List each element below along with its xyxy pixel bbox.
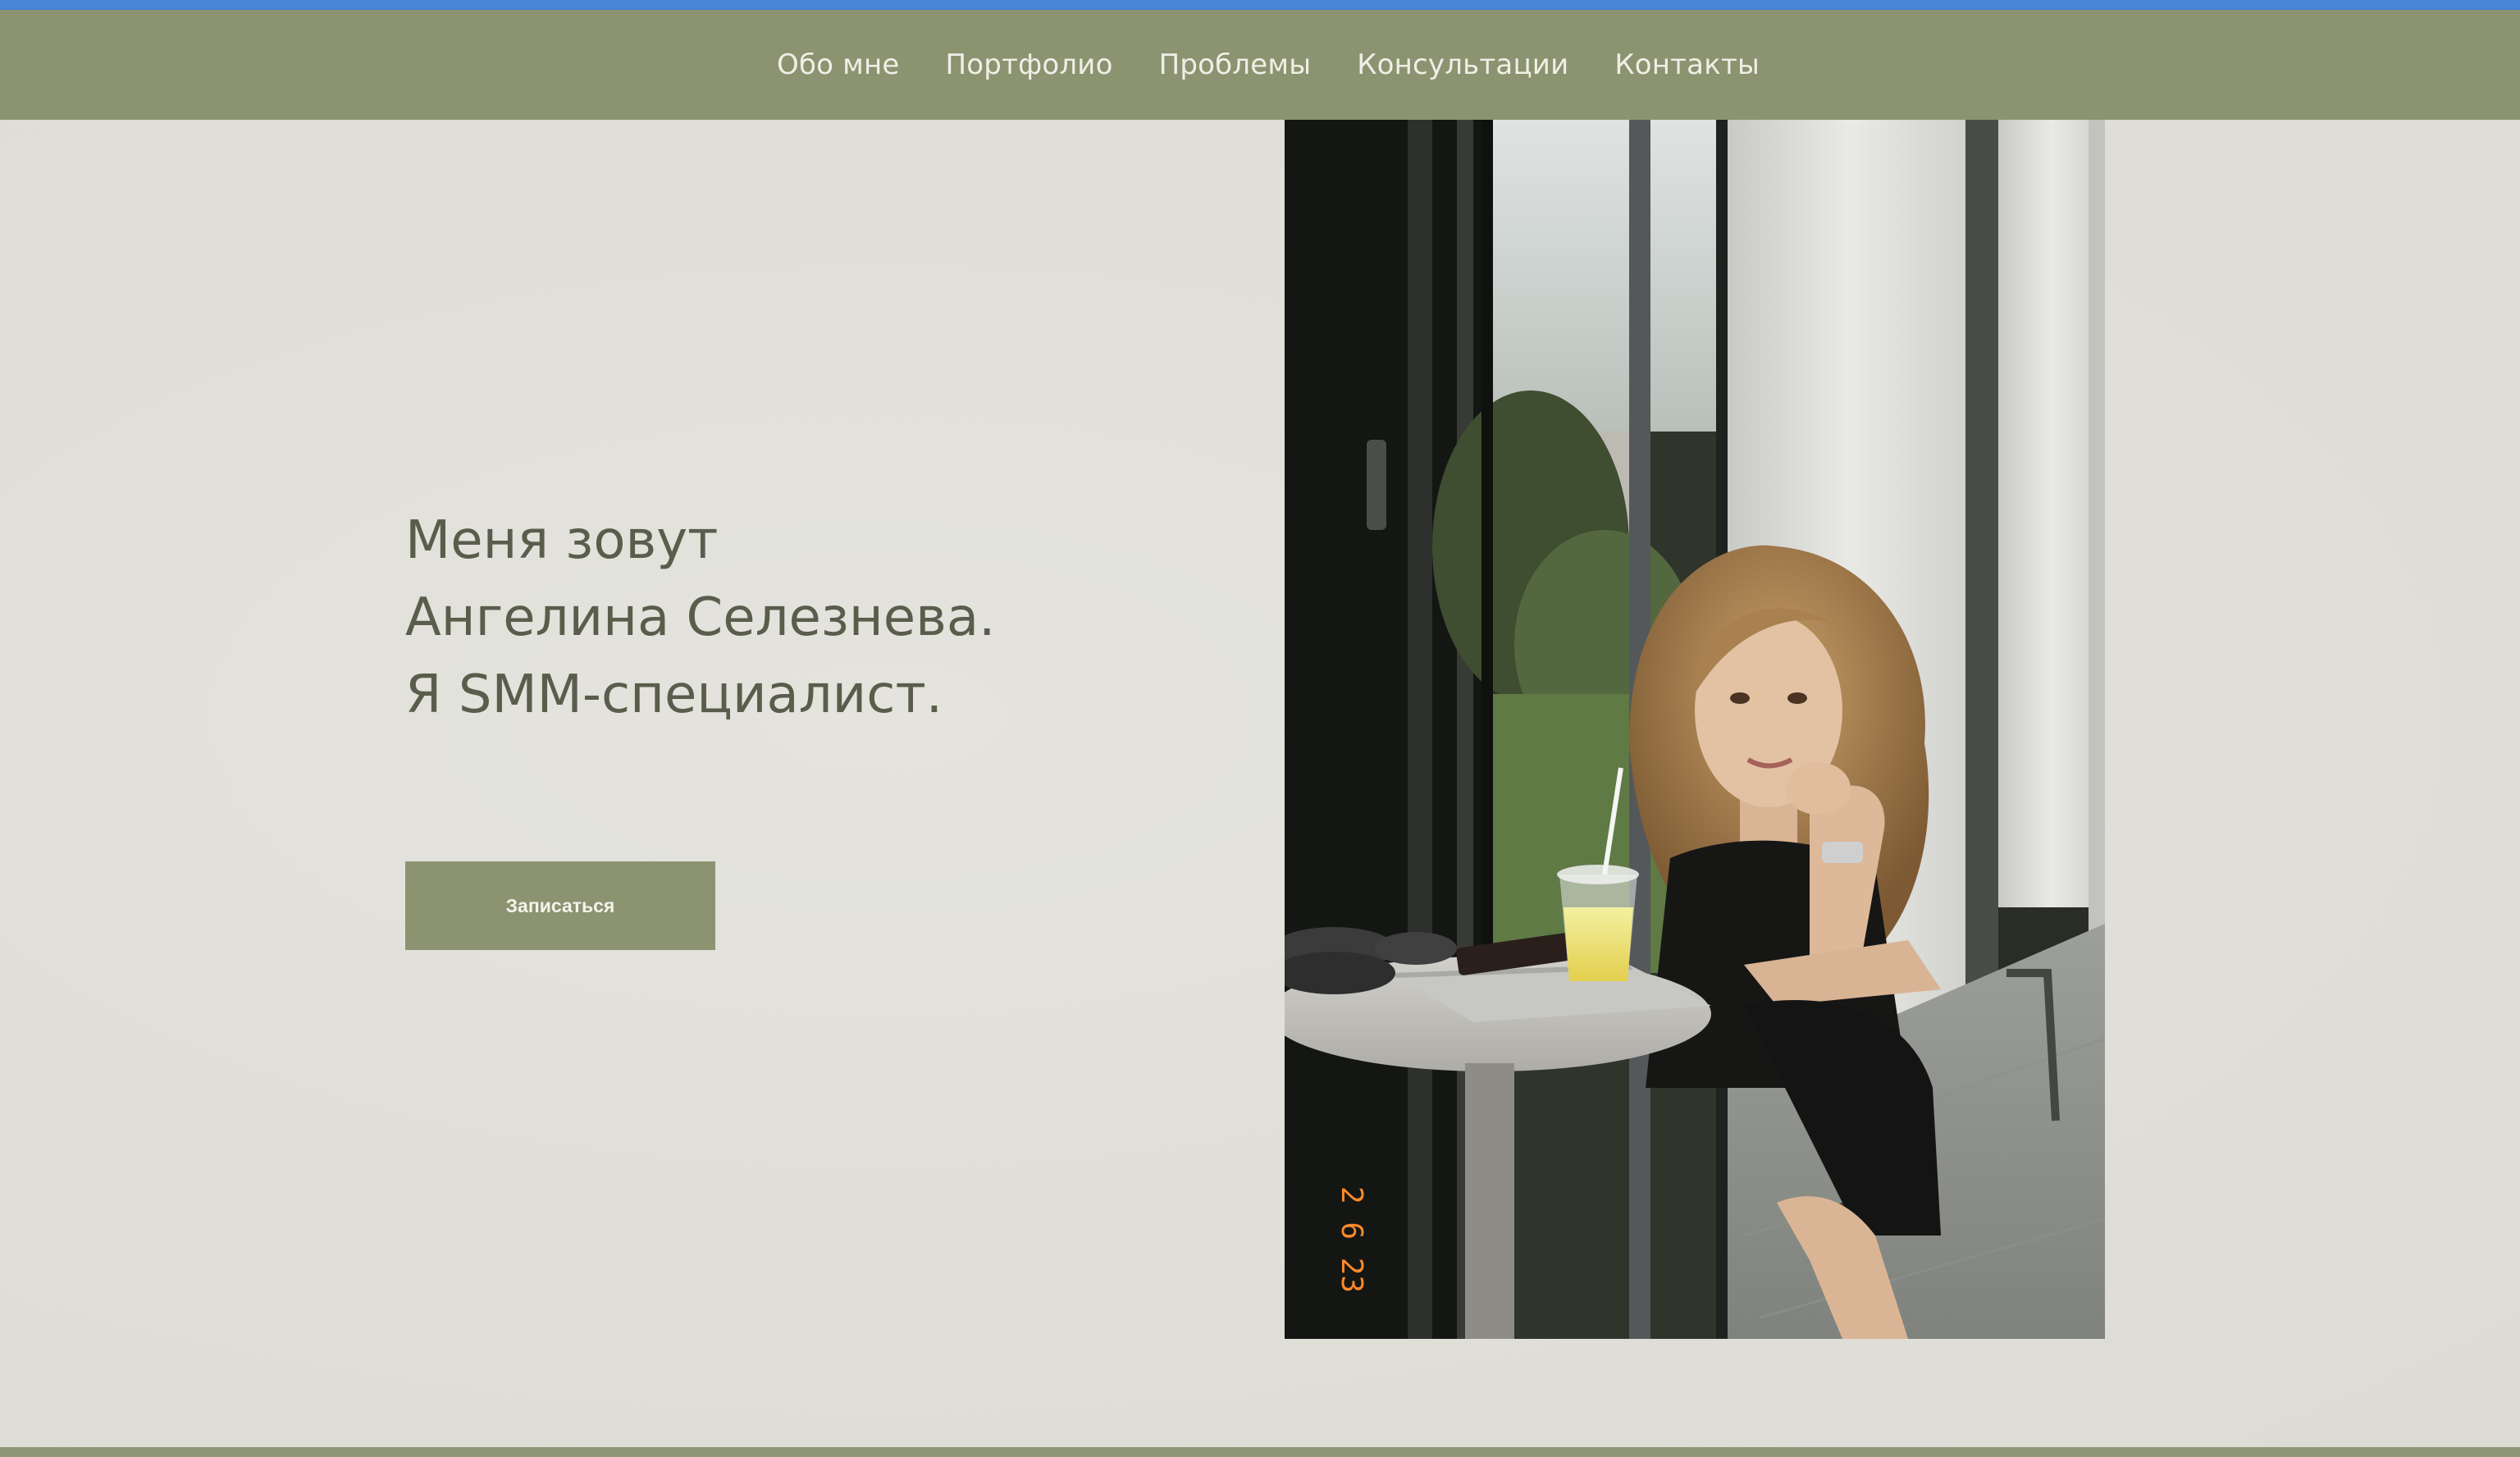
hero-line-name-intro: Меня зовут (405, 510, 719, 571)
photo-date-stamp: 2 6 23 (1335, 1186, 1368, 1293)
browser-top-strip (0, 0, 2520, 10)
signup-button[interactable]: Записаться (405, 861, 715, 950)
nav-menu: Обо мне Портфолио Проблемы Консультации … (777, 48, 1760, 81)
hero-section: Меня зовут Ангелина Селезнева. Я SMM-спе… (0, 120, 2520, 1447)
hero-heading: Меня зовут Ангелина Селезнева. Я SMM-спе… (405, 502, 1144, 733)
nav-item-contacts[interactable]: Контакты (1614, 48, 1760, 81)
top-navbar: Обо мне Портфолио Проблемы Консультации … (0, 10, 2520, 120)
hero-line-profession: Я SMM-специалист. (405, 665, 943, 725)
nav-item-consultations[interactable]: Консультации (1357, 48, 1568, 81)
hero-line-name: Ангелина Селезнева. (405, 587, 996, 648)
nav-item-about[interactable]: Обо мне (777, 48, 900, 81)
hero-photo: 2 6 23 (1285, 120, 2105, 1339)
nav-item-problems[interactable]: Проблемы (1159, 48, 1312, 81)
bottom-divider (0, 1447, 2520, 1457)
hero-photo-illustration: 2 6 23 (1285, 120, 2105, 1339)
nav-item-portfolio[interactable]: Портфолио (946, 48, 1113, 81)
